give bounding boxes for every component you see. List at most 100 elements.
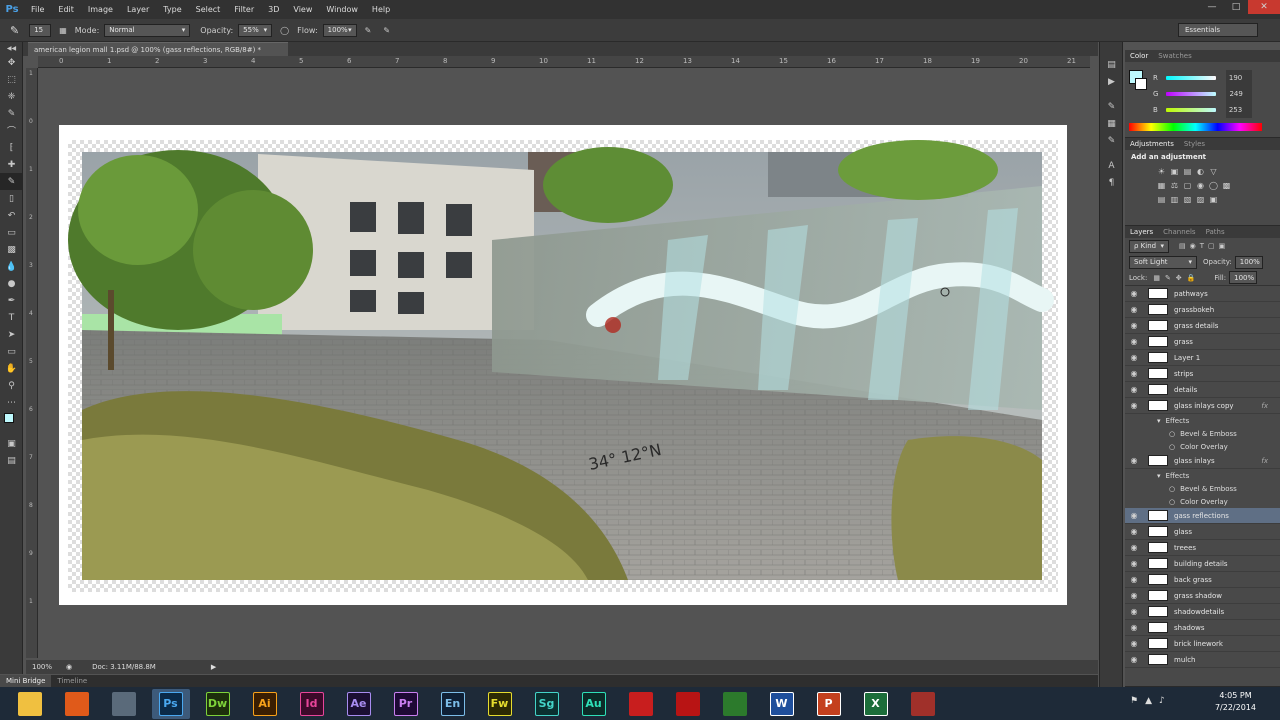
- zoom-level[interactable]: 100%: [32, 663, 52, 671]
- effect-visibility-icon[interactable]: ○: [1169, 498, 1175, 506]
- eye-icon[interactable]: ◉: [1125, 623, 1143, 632]
- layer-row[interactable]: ◉ brick linework: [1125, 636, 1280, 652]
- layer-effect-item[interactable]: ○ Color Overlay: [1125, 495, 1280, 508]
- taskbar-acrobat-button[interactable]: [669, 689, 707, 719]
- menu-type[interactable]: Type: [156, 0, 188, 19]
- eye-icon[interactable]: ◉: [1125, 655, 1143, 664]
- layer-name[interactable]: brick linework: [1174, 640, 1223, 648]
- layer-name[interactable]: grass: [1174, 338, 1193, 346]
- selective-color-icon[interactable]: ▣: [1207, 192, 1220, 206]
- pressure-size-icon[interactable]: ✎: [383, 26, 390, 35]
- vibrance-icon[interactable]: ▽: [1207, 164, 1220, 178]
- eye-icon[interactable]: ◉: [1125, 456, 1143, 465]
- workspace-select[interactable]: Essentials: [1178, 23, 1258, 37]
- layer-name[interactable]: Layer 1: [1174, 354, 1200, 362]
- layer-row[interactable]: ◉ mulch: [1125, 652, 1280, 668]
- gradient-tool-icon[interactable]: ▩: [0, 241, 23, 258]
- layer-opacity-field[interactable]: 100%: [1234, 255, 1263, 269]
- type-tool-icon[interactable]: T: [0, 309, 23, 326]
- eraser-tool-icon[interactable]: ▭: [0, 224, 23, 241]
- screen-mode-icon[interactable]: ▤: [0, 452, 23, 469]
- taskbar-clock[interactable]: 4:05 PM 7/22/2014: [1215, 690, 1256, 714]
- mode-select[interactable]: Normal ▾: [104, 23, 191, 37]
- eye-icon[interactable]: ◉: [1125, 543, 1143, 552]
- menu-3d[interactable]: 3D: [261, 0, 286, 19]
- taskbar-audition-button[interactable]: Au: [575, 689, 613, 719]
- menu-help[interactable]: Help: [365, 0, 397, 19]
- eye-icon[interactable]: ◉: [1125, 401, 1143, 410]
- minimize-icon[interactable]: —: [1200, 0, 1224, 14]
- layer-name[interactable]: glass inlays copy: [1174, 402, 1234, 410]
- taskbar-paint-button[interactable]: [904, 689, 942, 719]
- layer-name[interactable]: strips: [1174, 370, 1193, 378]
- taskbar-word-button[interactable]: W: [763, 689, 801, 719]
- taskbar-indesign-button[interactable]: Id: [293, 689, 331, 719]
- airbrush-icon[interactable]: ✎: [365, 26, 372, 35]
- move-tool-icon[interactable]: ✥: [0, 54, 23, 71]
- quick-select-tool-icon[interactable]: ✎: [0, 105, 23, 122]
- taskbar-dreamweaver-button[interactable]: Dw: [199, 689, 237, 719]
- crop-tool-icon[interactable]: ⌒: [0, 122, 23, 139]
- layer-row[interactable]: ◉ pathways: [1125, 286, 1280, 302]
- quick-mask-icon[interactable]: ▣: [0, 435, 23, 452]
- tab-color[interactable]: Color: [1125, 52, 1153, 60]
- layer-name[interactable]: glass: [1174, 528, 1192, 536]
- channel-mixer-icon[interactable]: ◯: [1207, 178, 1220, 192]
- marquee-tool-icon[interactable]: ⬚: [0, 71, 23, 88]
- layer-name[interactable]: mulch: [1174, 656, 1196, 664]
- taskbar-speedgrade-button[interactable]: Sg: [528, 689, 566, 719]
- pen-tool-icon[interactable]: ✒: [0, 292, 23, 309]
- effect-visibility-icon[interactable]: ○: [1169, 485, 1175, 493]
- zoom-tool-icon[interactable]: ⚲: [0, 377, 23, 394]
- actions-icon[interactable]: ▶: [1100, 73, 1123, 90]
- more-tools-icon[interactable]: ⋯: [0, 394, 23, 411]
- gradient-map-icon[interactable]: ▨: [1194, 192, 1207, 206]
- opacity-field[interactable]: 55% ▾: [238, 23, 273, 37]
- layer-row[interactable]: ◉ back grass: [1125, 572, 1280, 588]
- status-menu-arrow-icon[interactable]: ▶: [211, 663, 216, 671]
- layer-name[interactable]: gass reflections: [1174, 512, 1229, 520]
- eye-icon[interactable]: ◉: [1125, 321, 1143, 330]
- layer-row[interactable]: ◉ shadowdetails: [1125, 604, 1280, 620]
- collapse-icon[interactable]: ◀◀: [0, 42, 23, 54]
- black-white-icon[interactable]: ▢: [1181, 178, 1194, 192]
- layer-row[interactable]: ◉ glass inlays copy fx: [1125, 398, 1280, 414]
- eye-icon[interactable]: ◉: [1125, 527, 1143, 536]
- eye-icon[interactable]: ◉: [1125, 607, 1143, 616]
- foreground-color-swatch[interactable]: [4, 413, 14, 423]
- tab-swatches[interactable]: Swatches: [1153, 52, 1196, 60]
- eye-icon[interactable]: ◉: [1125, 305, 1143, 314]
- layer-row[interactable]: ◉ details: [1125, 382, 1280, 398]
- menu-window[interactable]: Window: [319, 0, 365, 19]
- hue-saturation-icon[interactable]: ▦: [1155, 178, 1168, 192]
- layer-effects-group[interactable]: ▾ Effects: [1125, 414, 1280, 427]
- fx-icon[interactable]: fx: [1261, 457, 1268, 465]
- eye-icon[interactable]: ◉: [1125, 591, 1143, 600]
- photo-filter-icon[interactable]: ◉: [1194, 178, 1207, 192]
- history-icon[interactable]: ▤: [1100, 56, 1123, 73]
- eye-icon[interactable]: ◉: [1125, 559, 1143, 568]
- menu-image[interactable]: Image: [81, 0, 120, 19]
- layer-row[interactable]: ◉ grass: [1125, 334, 1280, 350]
- taskbar-powerpoint-button[interactable]: P: [810, 689, 848, 719]
- g-value[interactable]: 249: [1226, 86, 1253, 102]
- layer-row[interactable]: ◉ gass reflections: [1125, 508, 1280, 524]
- menu-layer[interactable]: Layer: [120, 0, 156, 19]
- layer-effects-group[interactable]: ▾ Effects: [1125, 469, 1280, 482]
- layer-name[interactable]: shadows: [1174, 624, 1204, 632]
- eye-icon[interactable]: ◉: [1125, 385, 1143, 394]
- lasso-tool-icon[interactable]: ❈: [0, 88, 23, 105]
- taskbar-explorer-button[interactable]: [11, 689, 49, 719]
- background-color-swatch[interactable]: [1135, 78, 1147, 90]
- menu-file[interactable]: File: [24, 0, 51, 19]
- levels-icon[interactable]: ▣: [1168, 164, 1181, 178]
- filter-icons[interactable]: ▤◉T▢▣: [1179, 242, 1229, 250]
- menu-view[interactable]: View: [286, 0, 319, 19]
- volume-icon[interactable]: ♪: [1159, 696, 1165, 706]
- taskbar-excel-button[interactable]: X: [857, 689, 895, 719]
- artwork-painting[interactable]: 34° 12°N: [68, 140, 1058, 592]
- tab-layers[interactable]: Layers: [1125, 228, 1158, 236]
- brush-tool-icon[interactable]: ✎: [0, 173, 23, 190]
- posterize-icon[interactable]: ▥: [1168, 192, 1181, 206]
- tab-mini-bridge[interactable]: Mini Bridge: [0, 675, 52, 687]
